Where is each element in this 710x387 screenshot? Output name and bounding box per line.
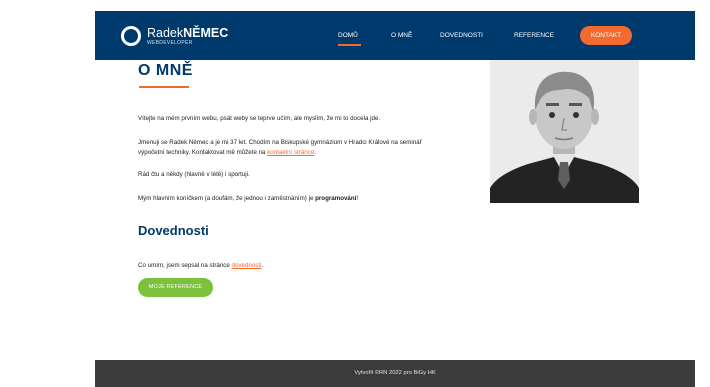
skills-text: Co umím, jsem sepsal na stránce — [138, 262, 232, 269]
about-paragraph-2-line1: Jmenuji se Radek Němec a je mi 37 let. C… — [138, 139, 422, 146]
page-margin — [0, 0, 95, 387]
logo-first-name: Radek — [147, 26, 184, 40]
skills-paragraph: Co umím, jsem sepsal na stránce dovednos… — [138, 261, 263, 271]
site-footer: Vytvořil ©RN 2022 pro BiGy HK — [95, 360, 695, 387]
contact-page-link[interactable]: kontaktní stránce — [267, 149, 314, 156]
page-scrollbar-area — [695, 11, 710, 387]
contact-button[interactable]: KONTAKT — [580, 26, 632, 45]
about-paragraph-2-line2: výpočetní techniky. Kontaktovat mě můžet… — [138, 149, 268, 156]
person-avatar-icon — [490, 60, 639, 203]
nav-home[interactable]: DOMŮ — [338, 32, 358, 39]
about-paragraph-1: Vítejte na mém prvním webu, psát weby se… — [138, 115, 381, 122]
about-paragraph-4-text: Mým hlavním koníčkem (a doufám, že jedno… — [138, 195, 316, 202]
about-paragraph-2: Jmenuji se Radek Němec a je mi 37 let. C… — [138, 138, 422, 158]
about-title: O MNĚ — [138, 62, 193, 79]
about-paragraph-2-suffix: . — [314, 149, 317, 156]
my-references-button[interactable]: MOJE REFERENCE — [138, 278, 213, 297]
nav-active-indicator — [338, 44, 361, 46]
nav-references[interactable]: REFERENCE — [514, 32, 554, 39]
footer-copyright: Vytvořil ©RN 2022 pro BiGy HK — [354, 370, 436, 376]
programming-highlight: programování — [315, 195, 357, 202]
about-paragraph-4: Mým hlavním koníčkem (a doufám, že jedno… — [138, 194, 358, 204]
logo-name: RadekNĚMEC — [147, 26, 228, 40]
nav-skills[interactable]: DOVEDNOSTI — [440, 32, 483, 39]
logo-subtitle: WEBDEVELOPER — [147, 40, 193, 46]
skills-text-suffix: . — [261, 262, 264, 269]
about-paragraph-3: Rád čtu a někdy (hlavně v létě) i sportu… — [138, 171, 250, 178]
title-accent-line — [139, 86, 189, 88]
skills-page-link[interactable]: dovednosti — [232, 262, 262, 269]
site-header: RadekNĚMEC WEBDEVELOPER DOMŮ O MNĚ DOVED… — [95, 11, 695, 60]
logo-last-name: NĚMEC — [183, 26, 229, 40]
nav-about[interactable]: O MNĚ — [391, 32, 412, 39]
about-paragraph-4-suffix: ! — [356, 195, 359, 202]
circle-logo-icon — [121, 26, 141, 46]
skills-title: Dovednosti — [138, 223, 209, 238]
